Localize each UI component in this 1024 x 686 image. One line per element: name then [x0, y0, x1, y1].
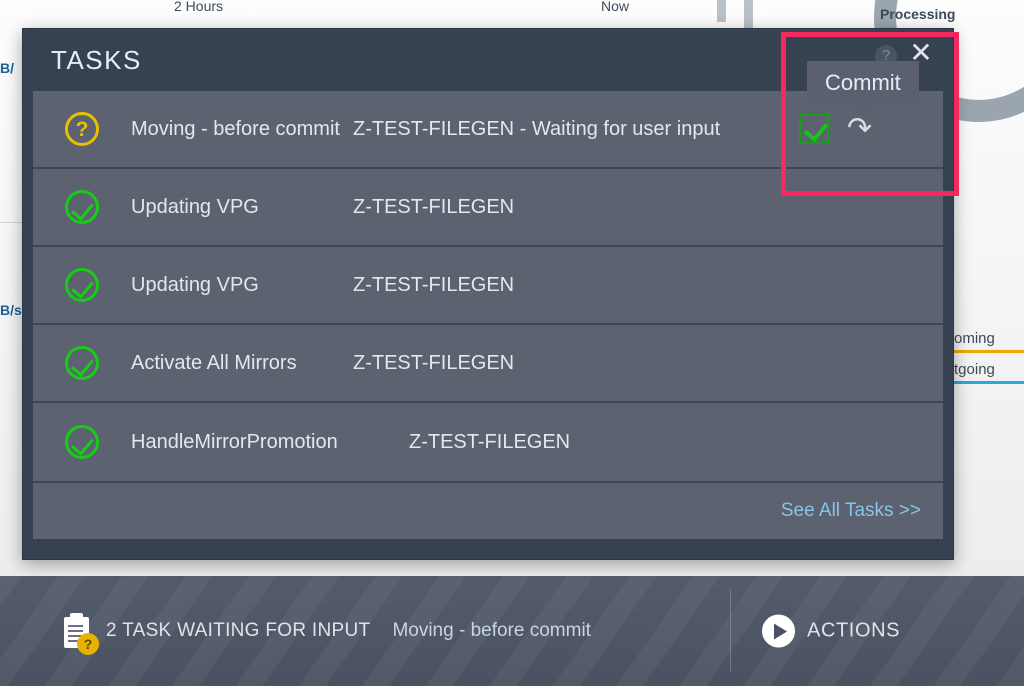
page-title: TASKS	[51, 45, 142, 75]
table-row[interactable]: Updating VPG Z-TEST-FILEGEN	[33, 169, 943, 247]
check-circle-icon	[65, 190, 99, 224]
clipboard-question-badge: ?	[77, 633, 99, 655]
table-row[interactable]: Updating VPG Z-TEST-FILEGEN	[33, 247, 943, 325]
rollback-icon[interactable]: ↶	[847, 112, 872, 145]
tasks-waiting-label: 2 TASK WAITING FOR INPUT	[106, 620, 371, 641]
table-row[interactable]: Activate All Mirrors Z-TEST-FILEGEN	[33, 325, 943, 403]
check-circle-icon	[65, 346, 99, 380]
status-bar: ? 2 TASK WAITING FOR INPUT Moving - befo…	[0, 576, 1024, 686]
background-label-2-hours: 2 Hours	[174, 0, 224, 14]
actions-button[interactable]: ACTIONS	[762, 614, 901, 648]
background-label-now: Now	[601, 0, 630, 14]
see-all-tasks-link[interactable]: See All Tasks >>	[781, 500, 921, 522]
commit-button[interactable]	[799, 114, 829, 144]
current-task-label: Moving - before commit	[392, 620, 591, 641]
task-name: Moving - before commit	[131, 117, 340, 140]
actions-button-label: ACTIONS	[807, 619, 901, 642]
task-name: Activate All Mirrors	[131, 351, 297, 374]
task-status-cell	[33, 268, 131, 302]
task-status-cell	[33, 425, 131, 459]
background-axis-label-top: B/	[0, 60, 14, 76]
table-row[interactable]: HandleMirrorPromotion Z-TEST-FILEGEN	[33, 403, 943, 481]
task-description: Z-TEST-FILEGEN - Waiting for user input	[353, 117, 721, 140]
play-circle-icon	[762, 614, 795, 648]
question-mark-icon: ?	[65, 112, 99, 146]
check-circle-icon	[65, 425, 99, 459]
task-status-cell: ?	[33, 112, 131, 146]
tasks-list: ? Moving - before commit Z-TEST-FILEGEN …	[33, 91, 943, 481]
task-name: Updating VPG	[131, 195, 259, 218]
commit-tooltip: Commit	[807, 61, 919, 115]
background-bar-2	[744, 0, 753, 28]
background-label-processing: Processing	[880, 6, 956, 22]
task-status-cell	[33, 190, 131, 224]
task-description: Z-TEST-FILEGEN	[353, 273, 515, 296]
task-actions-cell: ↶	[793, 112, 943, 145]
background-axis-label-bottom: B/s	[0, 302, 22, 318]
background-axis-divider	[0, 222, 22, 223]
task-name: HandleMirrorPromotion	[131, 430, 338, 453]
tasks-panel-footer: See All Tasks >>	[33, 481, 943, 539]
task-description: Z-TEST-FILEGEN	[409, 430, 571, 453]
background-bar-1	[717, 0, 726, 22]
task-status-cell	[33, 346, 131, 380]
task-name: Updating VPG	[131, 273, 259, 296]
task-description: Z-TEST-FILEGEN	[353, 195, 515, 218]
check-circle-icon	[65, 268, 99, 302]
task-description: Z-TEST-FILEGEN	[353, 351, 515, 374]
tasks-panel: TASKS ? ✕ ? Moving - before commit Z-TES…	[22, 28, 954, 560]
status-bar-left-group: ? 2 TASK WAITING FOR INPUT Moving - befo…	[0, 613, 591, 655]
clipboard-question-icon: ?	[62, 613, 99, 655]
status-bar-divider	[730, 590, 731, 672]
